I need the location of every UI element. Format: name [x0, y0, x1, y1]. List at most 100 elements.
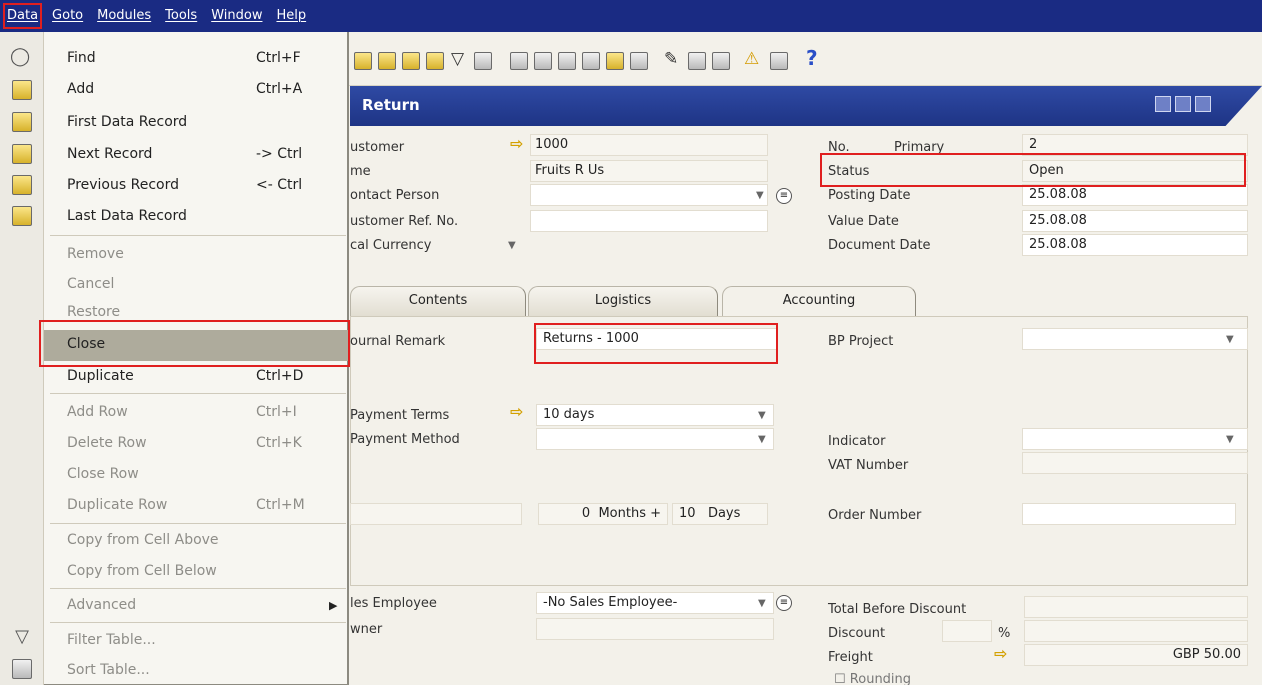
- menu-item-cancel[interactable]: Cancel: [44, 270, 349, 301]
- bp-project-dropdown-icon[interactable]: ▼: [1226, 334, 1234, 345]
- menu-item-close[interactable]: Close: [44, 330, 349, 361]
- indicator-field[interactable]: [1022, 428, 1248, 450]
- menu-tools[interactable]: Tools: [158, 0, 204, 32]
- menu-item-last-record[interactable]: Last Data Record: [44, 202, 349, 233]
- tab-accounting[interactable]: Accounting: [722, 286, 916, 316]
- vat-number-field[interactable]: [1022, 452, 1248, 474]
- menu-data[interactable]: Data: [0, 0, 45, 32]
- menu-item-copy-from-cell-below[interactable]: Copy from Cell Below: [44, 557, 349, 588]
- next-record-icon[interactable]: [402, 52, 420, 70]
- freight-field[interactable]: GBP 50.00: [1024, 644, 1248, 666]
- tab-logistics[interactable]: Logistics: [528, 286, 718, 316]
- form-settings-icon[interactable]: [688, 52, 706, 70]
- customer-ref-field[interactable]: [530, 210, 768, 232]
- series-label[interactable]: Primary: [894, 140, 944, 155]
- payment-terms-link-arrow-icon[interactable]: ⇨: [510, 402, 523, 421]
- remove-label: Remove: [67, 246, 124, 262]
- last-record-icon[interactable]: [426, 52, 444, 70]
- journal-remark-field[interactable]: Returns - 1000: [536, 328, 778, 350]
- menu-item-copy-from-cell-above[interactable]: Copy from Cell Above: [44, 526, 349, 557]
- customer-ref-label: ustomer Ref. No.: [350, 214, 459, 229]
- menu-item-duplicate-row[interactable]: Duplicate Row Ctrl+M: [44, 491, 349, 522]
- name-field[interactable]: Fruits R Us: [530, 160, 768, 182]
- customer-link-arrow-icon[interactable]: ⇨: [510, 134, 523, 153]
- maximize-icon[interactable]: [1175, 96, 1191, 112]
- freight-link-arrow-icon[interactable]: ⇨: [994, 644, 1007, 663]
- calendar-icon[interactable]: [770, 52, 788, 70]
- rounding-checkbox[interactable]: ☐ Rounding: [834, 672, 911, 685]
- menu-modules[interactable]: Modules: [90, 0, 158, 32]
- currency-dropdown-icon[interactable]: ▼: [508, 240, 516, 251]
- total-before-discount-field[interactable]: [1024, 596, 1248, 618]
- tab-contents[interactable]: Contents: [350, 286, 526, 316]
- payment-terms-label: Payment Terms: [350, 408, 450, 423]
- first-record-icon[interactable]: [354, 52, 372, 70]
- warning-icon[interactable]: ⚠: [744, 49, 759, 69]
- document-date-label: Document Date: [828, 238, 931, 253]
- menu-item-remove[interactable]: Remove: [44, 240, 349, 271]
- menu-item-sort-table[interactable]: Sort Table...: [44, 656, 349, 685]
- sales-employee-list-icon[interactable]: ≡: [776, 595, 792, 611]
- number-field[interactable]: 2: [1022, 134, 1248, 156]
- contact-dropdown-icon[interactable]: ▼: [756, 190, 764, 201]
- value-date-field[interactable]: 25.08.08: [1022, 210, 1248, 232]
- last-record-icon: [12, 206, 32, 226]
- status-field[interactable]: Open: [1022, 160, 1248, 182]
- customer-field[interactable]: 1000: [530, 134, 768, 156]
- days-field[interactable]: 10 Days: [672, 503, 768, 525]
- menu-item-first-record[interactable]: First Data Record: [44, 108, 349, 139]
- filter-icon[interactable]: ▽: [451, 49, 464, 69]
- menu-item-filter-table[interactable]: Filter Table...: [44, 626, 349, 657]
- document-date-field[interactable]: 25.08.08: [1022, 234, 1248, 256]
- currency-label[interactable]: cal Currency: [350, 238, 431, 253]
- payment-method-label: Payment Method: [350, 432, 460, 447]
- posting-date-field[interactable]: 25.08.08: [1022, 184, 1248, 206]
- payment-blank-field[interactable]: [350, 503, 522, 525]
- payment-method-field[interactable]: [536, 428, 774, 450]
- menu-item-previous-record[interactable]: Previous Record <- Ctrl: [44, 171, 349, 202]
- pencil-icon[interactable]: ✎: [664, 49, 678, 69]
- minimize-icon[interactable]: [1155, 96, 1171, 112]
- indicator-dropdown-icon[interactable]: ▼: [1226, 434, 1234, 445]
- order-number-label: Order Number: [828, 508, 922, 523]
- menu-item-close-row[interactable]: Close Row: [44, 460, 349, 491]
- menu-item-delete-row[interactable]: Delete Row Ctrl+K: [44, 429, 349, 460]
- menu-window[interactable]: Window: [204, 0, 269, 32]
- menu-item-duplicate[interactable]: Duplicate Ctrl+D: [44, 362, 349, 393]
- gross-profit-icon[interactable]: [606, 52, 624, 70]
- payment-terms-dropdown-icon[interactable]: ▼: [758, 410, 766, 421]
- contact-list-icon[interactable]: ≡: [776, 188, 792, 204]
- months-field[interactable]: 0 Months +: [538, 503, 668, 525]
- help-icon[interactable]: ?: [806, 46, 818, 70]
- payment-means-icon[interactable]: [582, 52, 600, 70]
- menu-item-restore[interactable]: Restore: [44, 298, 349, 329]
- close-window-icon[interactable]: [1195, 96, 1211, 112]
- sales-employee-field[interactable]: -No Sales Employee-: [536, 592, 774, 614]
- menu-goto[interactable]: Goto: [45, 0, 90, 32]
- discount-amount-field[interactable]: [1024, 620, 1248, 642]
- menu-help[interactable]: Help: [269, 0, 313, 32]
- contact-person-field[interactable]: [530, 184, 768, 206]
- menu-item-advanced[interactable]: Advanced ▶: [44, 591, 349, 622]
- menu-item-find[interactable]: Find Ctrl+F: [44, 44, 349, 75]
- duplicate-row-label: Duplicate Row: [67, 497, 168, 513]
- accounting-tab-panel: [350, 316, 1248, 586]
- payment-method-dropdown-icon[interactable]: ▼: [758, 434, 766, 445]
- menu-item-add[interactable]: Add Ctrl+A: [44, 75, 349, 106]
- bp-project-field[interactable]: [1022, 328, 1248, 350]
- settings-icon[interactable]: [630, 52, 648, 70]
- target-document-icon[interactable]: [534, 52, 552, 70]
- menu-item-add-row[interactable]: Add Row Ctrl+I: [44, 398, 349, 429]
- sales-employee-label: les Employee: [350, 596, 437, 611]
- order-number-field[interactable]: [1022, 503, 1236, 525]
- previous-record-icon[interactable]: [378, 52, 396, 70]
- menu-item-next-record[interactable]: Next Record -> Ctrl: [44, 140, 349, 171]
- discount-pct-field[interactable]: [942, 620, 992, 642]
- preview-icon[interactable]: [712, 52, 730, 70]
- sales-employee-dropdown-icon[interactable]: ▼: [758, 598, 766, 609]
- owner-field[interactable]: [536, 618, 774, 640]
- journal-entry-icon[interactable]: [558, 52, 576, 70]
- payment-terms-field[interactable]: 10 days: [536, 404, 774, 426]
- sort-icon[interactable]: [474, 52, 492, 70]
- base-document-icon[interactable]: [510, 52, 528, 70]
